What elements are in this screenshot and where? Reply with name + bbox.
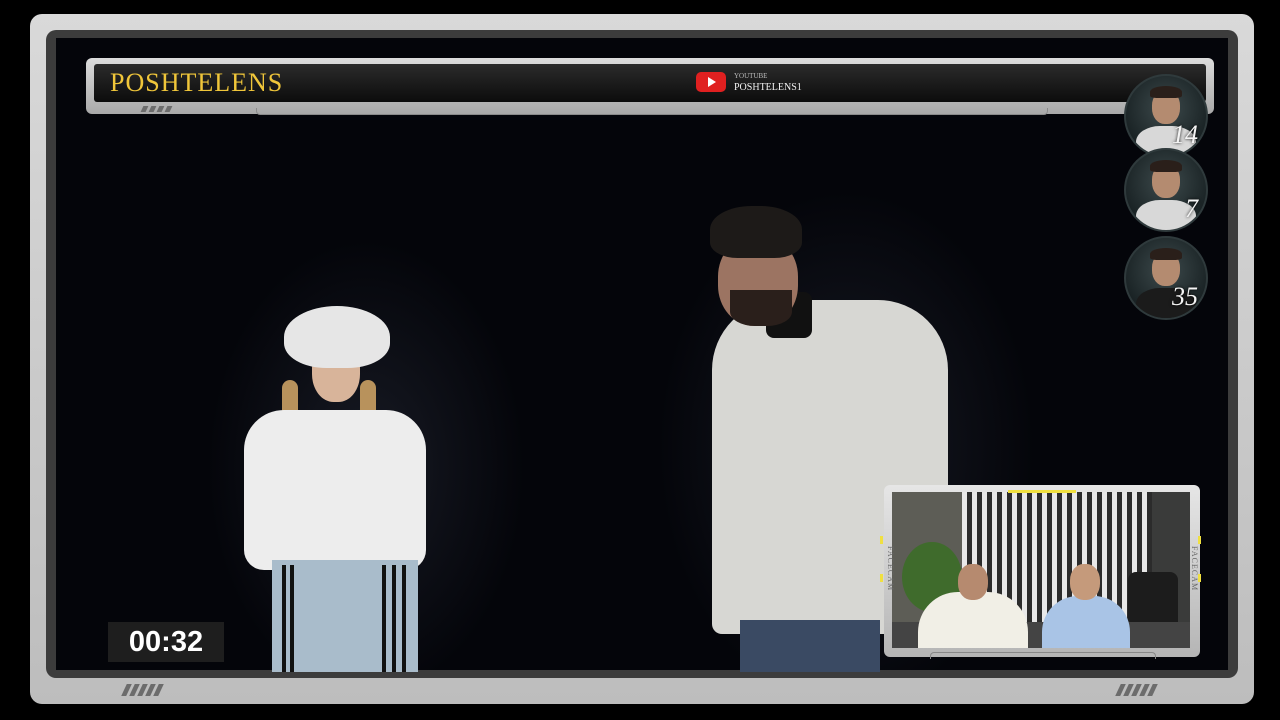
- facecam-video: [892, 492, 1190, 648]
- facecam-label-left: FACECAM: [886, 546, 895, 592]
- facecam-accent: [1008, 490, 1076, 493]
- facecam-label-right: FACECAM: [1190, 546, 1199, 592]
- stripes-bottom-left: [121, 684, 164, 696]
- facecam-tick: [1198, 574, 1201, 582]
- score-avatar-3: 35: [1124, 236, 1208, 320]
- facecam-tick: [880, 536, 883, 544]
- score-value: 14: [1172, 120, 1198, 149]
- score-avatar-1: 14: [1124, 74, 1208, 158]
- score-value: 7: [1185, 194, 1198, 223]
- youtube-label: YOUTUBE: [734, 72, 768, 80]
- youtube-icon: [696, 72, 726, 92]
- countdown-timer: 00:32: [108, 622, 224, 662]
- stripes-top-left: [140, 106, 173, 112]
- facecam-tick: [1198, 536, 1201, 544]
- score-avatar-2: 7: [1124, 148, 1208, 232]
- header-underline: [256, 108, 1048, 115]
- youtube-handle: POSHTELENS1: [734, 82, 802, 93]
- facecam-tick: [880, 574, 883, 582]
- facecam-bottom-bracket: [930, 652, 1156, 659]
- channel-brand: POSHTELENS: [110, 68, 284, 97]
- stripes-bottom-right: [1115, 684, 1158, 696]
- hat-icon: [284, 306, 390, 368]
- score-value: 35: [1172, 282, 1198, 311]
